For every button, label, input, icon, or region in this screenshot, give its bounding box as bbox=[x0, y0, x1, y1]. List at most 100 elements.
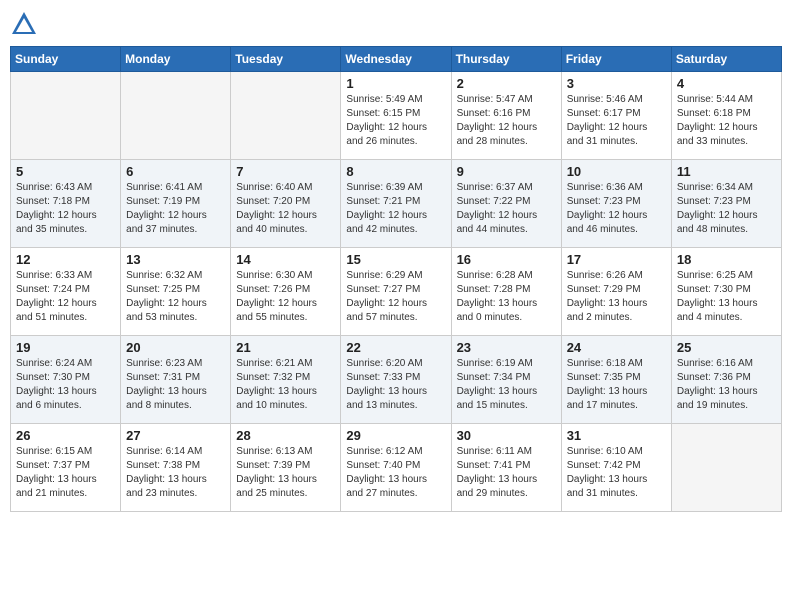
calendar-cell: 3 Sunrise: 5:46 AMSunset: 6:17 PMDaylight… bbox=[561, 72, 671, 160]
calendar-cell: 13 Sunrise: 6:32 AMSunset: 7:25 PMDayligh… bbox=[121, 248, 231, 336]
weekday-header: Friday bbox=[561, 47, 671, 72]
weekday-header: Saturday bbox=[671, 47, 781, 72]
calendar-cell: 14 Sunrise: 6:30 AMSunset: 7:26 PMDayligh… bbox=[231, 248, 341, 336]
day-number: 29 bbox=[346, 428, 445, 443]
calendar-cell: 25 Sunrise: 6:16 AMSunset: 7:36 PMDayligh… bbox=[671, 336, 781, 424]
day-info: Sunrise: 6:39 AMSunset: 7:21 PMDaylight:… bbox=[346, 181, 445, 237]
calendar-cell: 27 Sunrise: 6:14 AMSunset: 7:38 PMDayligh… bbox=[121, 424, 231, 512]
day-number: 12 bbox=[16, 252, 115, 267]
day-number: 16 bbox=[457, 252, 556, 267]
day-info: Sunrise: 6:12 AMSunset: 7:40 PMDaylight:… bbox=[346, 445, 445, 501]
calendar-table: SundayMondayTuesdayWednesdayThursdayFrid… bbox=[10, 46, 782, 512]
calendar-cell: 15 Sunrise: 6:29 AMSunset: 7:27 PMDayligh… bbox=[341, 248, 451, 336]
calendar-cell: 9 Sunrise: 6:37 AMSunset: 7:22 PMDaylight… bbox=[451, 160, 561, 248]
day-number: 13 bbox=[126, 252, 225, 267]
day-number: 5 bbox=[16, 164, 115, 179]
day-number: 19 bbox=[16, 340, 115, 355]
day-number: 8 bbox=[346, 164, 445, 179]
calendar-cell: 17Sunrise: 6:26 AMSunset: 7:29 PMDayligh… bbox=[561, 248, 671, 336]
day-info: Sunrise: 6:32 AMSunset: 7:25 PMDaylight:… bbox=[126, 269, 225, 325]
page-header bbox=[10, 10, 782, 38]
calendar-cell bbox=[671, 424, 781, 512]
day-info: Sunrise: 6:25 AMSunset: 7:30 PMDaylight:… bbox=[677, 269, 776, 325]
day-info: Sunrise: 6:16 AMSunset: 7:36 PMDaylight:… bbox=[677, 357, 776, 413]
day-number: 26 bbox=[16, 428, 115, 443]
day-number: 21 bbox=[236, 340, 335, 355]
day-number: 1 bbox=[346, 76, 445, 91]
day-number: 10 bbox=[567, 164, 666, 179]
calendar-cell: 6 Sunrise: 6:41 AMSunset: 7:19 PMDaylight… bbox=[121, 160, 231, 248]
calendar-cell: 11 Sunrise: 6:34 AMSunset: 7:23 PMDayligh… bbox=[671, 160, 781, 248]
day-number: 7 bbox=[236, 164, 335, 179]
day-info: Sunrise: 6:29 AMSunset: 7:27 PMDaylight:… bbox=[346, 269, 445, 325]
day-info: Sunrise: 6:43 AMSunset: 7:18 PMDaylight:… bbox=[16, 181, 115, 237]
day-info: Sunrise: 6:20 AMSunset: 7:33 PMDaylight:… bbox=[346, 357, 445, 413]
day-number: 11 bbox=[677, 164, 776, 179]
day-number: 28 bbox=[236, 428, 335, 443]
day-number: 2 bbox=[457, 76, 556, 91]
day-number: 23 bbox=[457, 340, 556, 355]
day-info: Sunrise: 6:19 AMSunset: 7:34 PMDaylight:… bbox=[457, 357, 556, 413]
day-number: 9 bbox=[457, 164, 556, 179]
day-number: 20 bbox=[126, 340, 225, 355]
day-number: 4 bbox=[677, 76, 776, 91]
day-info: Sunrise: 6:11 AMSunset: 7:41 PMDaylight:… bbox=[457, 445, 556, 501]
day-info: Sunrise: 6:23 AMSunset: 7:31 PMDaylight:… bbox=[126, 357, 225, 413]
day-number: 6 bbox=[126, 164, 225, 179]
day-info: Sunrise: 6:30 AMSunset: 7:26 PMDaylight:… bbox=[236, 269, 335, 325]
day-info: Sunrise: 5:46 AMSunset: 6:17 PMDaylight:… bbox=[567, 93, 666, 149]
day-info: Sunrise: 6:24 AMSunset: 7:30 PMDaylight:… bbox=[16, 357, 115, 413]
weekday-header: Wednesday bbox=[341, 47, 451, 72]
calendar-cell bbox=[121, 72, 231, 160]
calendar-cell: 18 Sunrise: 6:25 AMSunset: 7:30 PMDayligh… bbox=[671, 248, 781, 336]
calendar-cell: 19 Sunrise: 6:24 AMSunset: 7:30 PMDayligh… bbox=[11, 336, 121, 424]
weekday-header: Thursday bbox=[451, 47, 561, 72]
day-number: 30 bbox=[457, 428, 556, 443]
logo-icon bbox=[10, 10, 38, 38]
day-info: Sunrise: 6:10 AMSunset: 7:42 PMDaylight:… bbox=[567, 445, 666, 501]
weekday-header: Sunday bbox=[11, 47, 121, 72]
calendar-cell: 8 Sunrise: 6:39 AMSunset: 7:21 PMDaylight… bbox=[341, 160, 451, 248]
calendar-cell: 28 Sunrise: 6:13 AMSunset: 7:39 PMDayligh… bbox=[231, 424, 341, 512]
day-info: Sunrise: 6:15 AMSunset: 7:37 PMDaylight:… bbox=[16, 445, 115, 501]
calendar-cell: 29 Sunrise: 6:12 AMSunset: 7:40 PMDayligh… bbox=[341, 424, 451, 512]
day-info: Sunrise: 6:40 AMSunset: 7:20 PMDaylight:… bbox=[236, 181, 335, 237]
day-number: 3 bbox=[567, 76, 666, 91]
calendar-cell bbox=[11, 72, 121, 160]
weekday-header: Tuesday bbox=[231, 47, 341, 72]
day-number: 24 bbox=[567, 340, 666, 355]
day-info: Sunrise: 6:26 AMSunset: 7:29 PMDaylight:… bbox=[567, 269, 666, 325]
day-info: Sunrise: 5:47 AMSunset: 6:16 PMDaylight:… bbox=[457, 93, 556, 149]
day-number: 15 bbox=[346, 252, 445, 267]
day-info: Sunrise: 6:33 AMSunset: 7:24 PMDaylight:… bbox=[16, 269, 115, 325]
calendar-cell: 22 Sunrise: 6:20 AMSunset: 7:33 PMDayligh… bbox=[341, 336, 451, 424]
calendar-cell: 2 Sunrise: 5:47 AMSunset: 6:16 PMDaylight… bbox=[451, 72, 561, 160]
weekday-header: Monday bbox=[121, 47, 231, 72]
day-number: 31 bbox=[567, 428, 666, 443]
calendar-header-row: SundayMondayTuesdayWednesdayThursdayFrid… bbox=[11, 47, 782, 72]
day-info: Sunrise: 6:14 AMSunset: 7:38 PMDaylight:… bbox=[126, 445, 225, 501]
day-number: 14 bbox=[236, 252, 335, 267]
calendar-cell: 1 Sunrise: 5:49 AMSunset: 6:15 PMDaylight… bbox=[341, 72, 451, 160]
calendar-cell: 31 Sunrise: 6:10 AMSunset: 7:42 PMDayligh… bbox=[561, 424, 671, 512]
logo bbox=[10, 10, 42, 38]
day-number: 27 bbox=[126, 428, 225, 443]
calendar-cell: 23 Sunrise: 6:19 AMSunset: 7:34 PMDayligh… bbox=[451, 336, 561, 424]
day-info: Sunrise: 5:44 AMSunset: 6:18 PMDaylight:… bbox=[677, 93, 776, 149]
day-info: Sunrise: 6:41 AMSunset: 7:19 PMDaylight:… bbox=[126, 181, 225, 237]
day-info: Sunrise: 6:13 AMSunset: 7:39 PMDaylight:… bbox=[236, 445, 335, 501]
calendar-cell: 20 Sunrise: 6:23 AMSunset: 7:31 PMDayligh… bbox=[121, 336, 231, 424]
calendar-cell: 5 Sunrise: 6:43 AMSunset: 7:18 PMDaylight… bbox=[11, 160, 121, 248]
day-number: 25 bbox=[677, 340, 776, 355]
calendar-cell: 7 Sunrise: 6:40 AMSunset: 7:20 PMDaylight… bbox=[231, 160, 341, 248]
day-number: 18 bbox=[677, 252, 776, 267]
calendar-cell: 21 Sunrise: 6:21 AMSunset: 7:32 PMDayligh… bbox=[231, 336, 341, 424]
day-info: Sunrise: 6:34 AMSunset: 7:23 PMDaylight:… bbox=[677, 181, 776, 237]
day-info: Sunrise: 5:49 AMSunset: 6:15 PMDaylight:… bbox=[346, 93, 445, 149]
day-info: Sunrise: 6:37 AMSunset: 7:22 PMDaylight:… bbox=[457, 181, 556, 237]
day-number: 22 bbox=[346, 340, 445, 355]
calendar-cell bbox=[231, 72, 341, 160]
calendar-cell: 26 Sunrise: 6:15 AMSunset: 7:37 PMDayligh… bbox=[11, 424, 121, 512]
day-info: Sunrise: 6:21 AMSunset: 7:32 PMDaylight:… bbox=[236, 357, 335, 413]
calendar-cell: 24Sunrise: 6:18 AMSunset: 7:35 PMDayligh… bbox=[561, 336, 671, 424]
